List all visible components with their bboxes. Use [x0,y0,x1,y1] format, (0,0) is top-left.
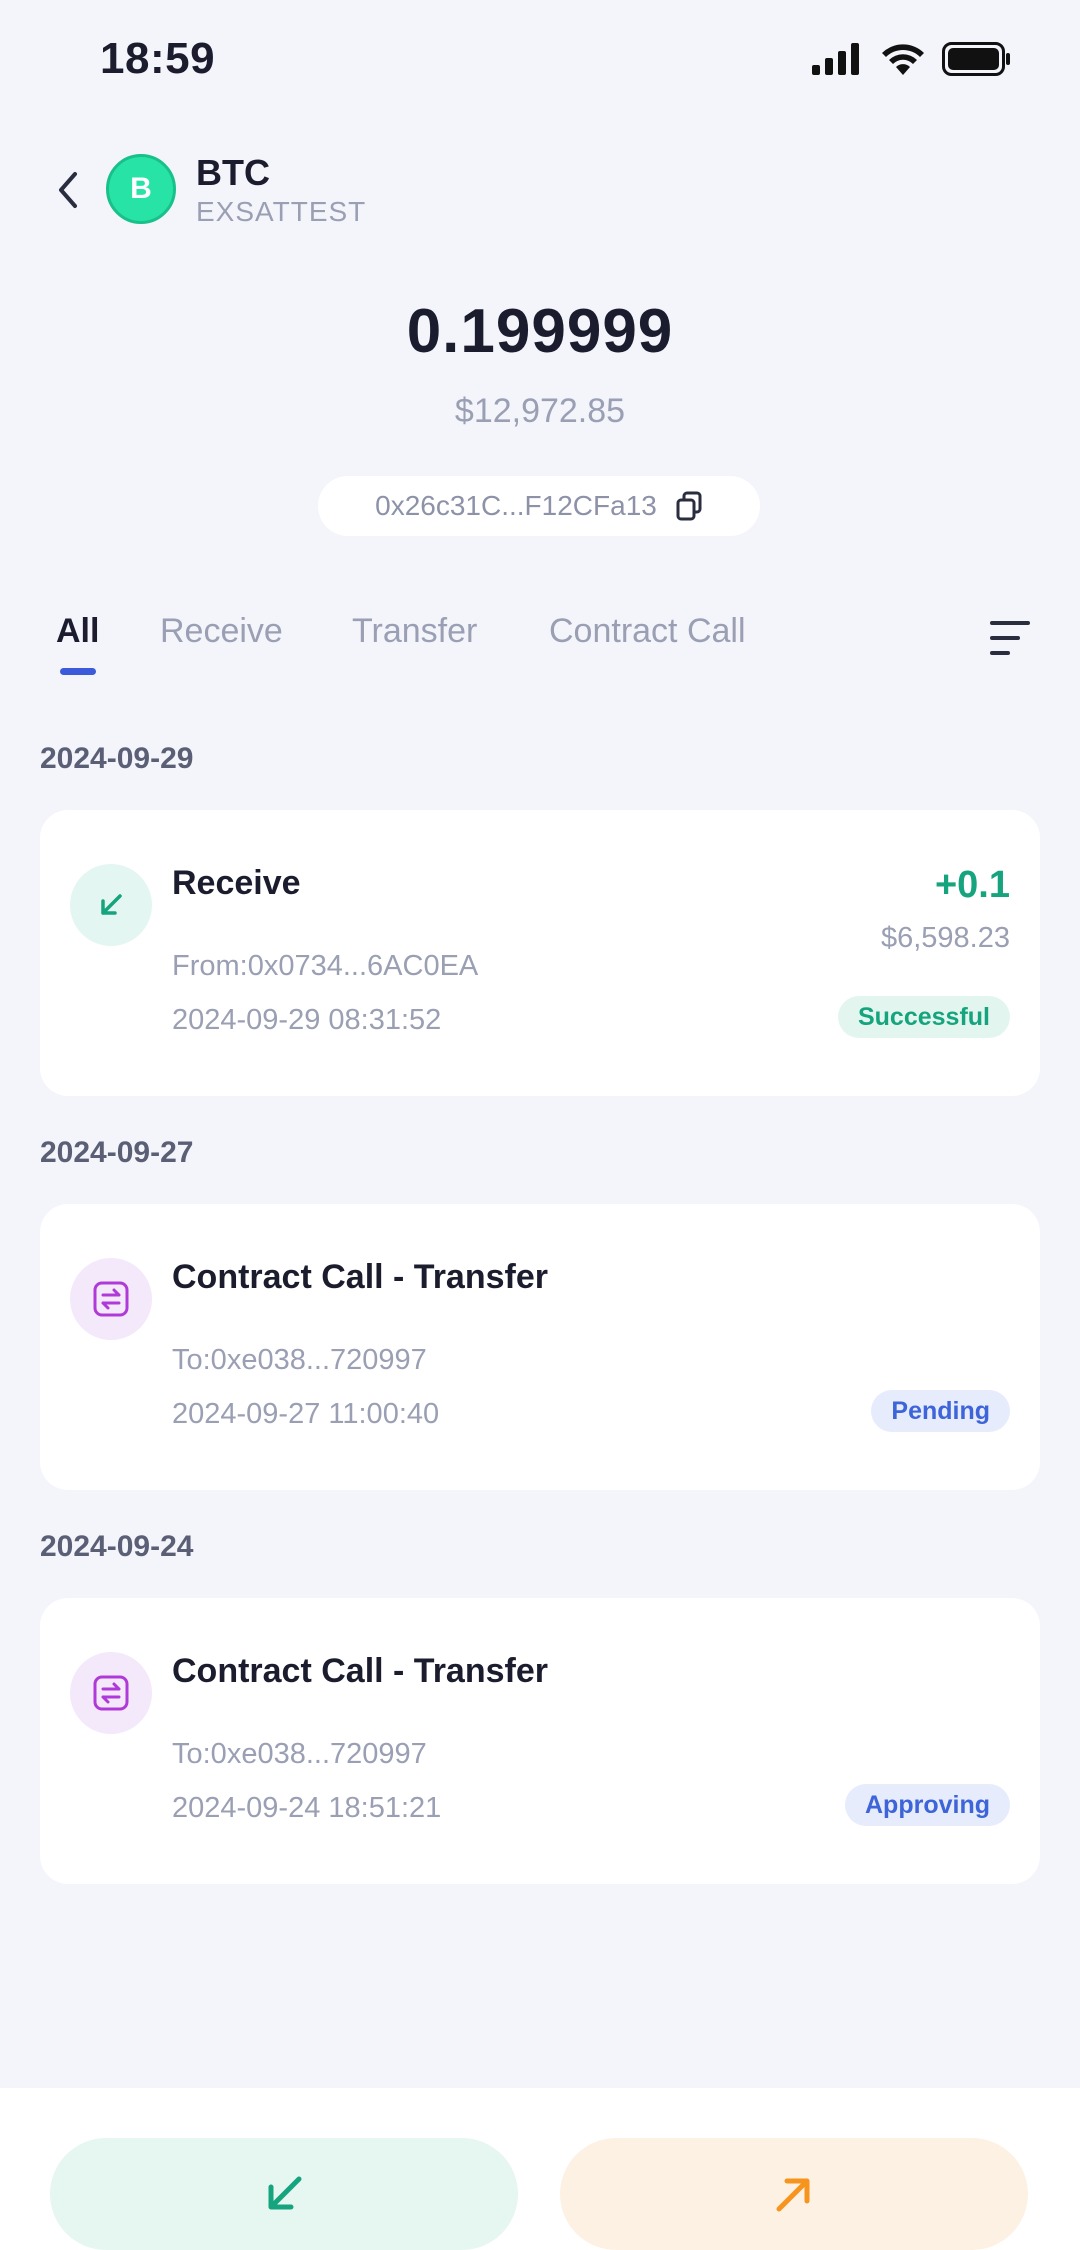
address-pill[interactable]: 0x26c31C...F12CFa13 [318,476,760,536]
arrow-down-left-icon [268,2176,302,2210]
tx-amount: +0.1 [934,864,1010,906]
date-heading: 2024-09-24 [40,1530,194,1563]
tab-receive[interactable]: Receive [160,612,283,651]
tx-fiat-amount: $6,598.23 [880,922,1010,954]
status-icons [812,42,1012,76]
wallet-address: 0x26c31C...F12CFa13 [375,490,657,521]
copy-icon[interactable] [675,491,703,521]
tab-all[interactable]: All [56,612,99,651]
tx-title: Receive [172,864,301,902]
swap-icon [93,1675,129,1711]
arrow-up-right-icon [776,2178,810,2212]
receive-button[interactable] [50,2138,518,2250]
tx-type-icon [70,1258,152,1340]
tab-contract-call[interactable]: Contract Call [549,612,746,651]
transaction-card[interactable]: Receive From:0x0734...6AC0EA 2024-09-29 … [40,810,1040,1096]
status-badge: Approving [845,1784,1010,1826]
coin-avatar-letter: B [130,172,152,205]
tx-timestamp: 2024-09-29 08:31:52 [172,1004,442,1036]
menu-lines-icon[interactable] [988,618,1032,658]
tx-title: Contract Call - Transfer [172,1652,548,1690]
tx-counterparty: To:0xe038...720997 [172,1738,427,1770]
back-button[interactable] [44,162,92,218]
signal-icon [812,43,859,75]
tx-timestamp: 2024-09-27 11:00:40 [172,1398,440,1430]
tx-title: Contract Call - Transfer [172,1258,548,1296]
tab-transfer[interactable]: Transfer [352,612,477,651]
status-badge: Pending [871,1390,1010,1432]
bottom-action-bar [0,2088,1080,2250]
wifi-icon [882,44,924,75]
token-balance: 0.199999 [406,297,674,366]
transaction-card[interactable]: Contract Call - Transfer To:0xe038...720… [40,1204,1040,1490]
header: B BTC EXSATTEST [0,140,1080,240]
coin-network: EXSATTEST [196,196,367,227]
status-time: 18:59 [100,34,216,83]
date-heading: 2024-09-29 [40,742,194,775]
status-bar: 18:59 [0,0,1080,120]
swap-icon [93,1281,129,1317]
date-heading: 2024-09-27 [40,1136,194,1169]
send-button[interactable] [560,2138,1028,2250]
status-badge: Successful [837,996,1010,1038]
chevron-left-icon [59,172,77,208]
arrow-down-left-icon [101,894,122,915]
tx-filter-tabs: All Receive Transfer Contract Call [0,596,1080,686]
tx-counterparty: From:0x0734...6AC0EA [172,950,479,982]
coin-avatar: B [106,154,176,224]
coin-symbol: BTC [196,152,270,193]
transaction-card[interactable]: Contract Call - Transfer To:0xe038...720… [40,1598,1040,1884]
tx-counterparty: To:0xe038...720997 [172,1344,427,1376]
tx-type-icon [70,1652,152,1734]
battery-icon [942,42,1010,76]
active-tab-indicator [60,668,96,675]
fiat-balance: $12,972.85 [454,392,626,430]
tx-type-icon [70,864,152,946]
tx-timestamp: 2024-09-24 18:51:21 [172,1792,442,1824]
